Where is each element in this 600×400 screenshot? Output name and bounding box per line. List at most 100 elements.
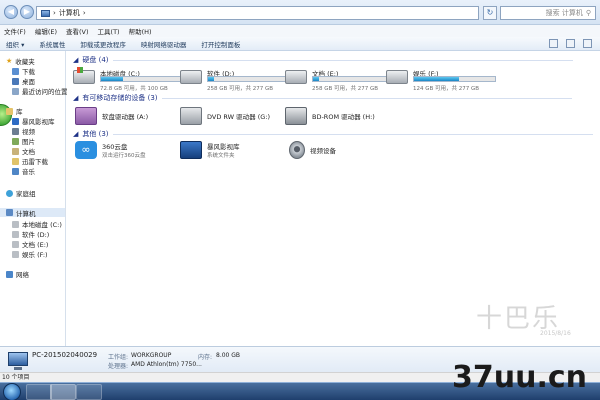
network-icon [6,270,13,278]
star-icon: ★ [6,56,13,65]
video-library-icon [12,127,19,135]
uninstall-program-button[interactable]: 卸载或更改程序 [80,39,126,49]
dvd-rw-drive[interactable]: DVD RW 驱动器 (G:) [180,107,270,125]
group-divider [161,97,572,99]
drive-f[interactable]: 娱乐 (F:) 124 GB 可用，共 277 GB [386,68,496,94]
drive-usage-fill [101,77,123,81]
cpu-label: 处理器: [108,363,129,370]
group-divider [112,59,573,61]
nav-item-recent-places[interactable]: 最近访问的位置 [12,86,68,96]
bd-drive-icon [285,107,307,125]
nav-item-drive-d[interactable]: 软件 (D:) [12,229,49,239]
drive-icon [12,230,19,238]
download-folder-icon [12,67,19,75]
item-video-device[interactable]: 视频设备 [289,141,336,159]
nav-item-label: 文档 (E:) [22,241,49,249]
group-header-hdd[interactable]: ◢ 硬盘 (4) [73,55,573,65]
bd-rom-drive[interactable]: BD-ROM 驱动器 (H:) [285,107,375,125]
item-name: 视频设备 [310,147,336,155]
floppy-drive[interactable]: 软盘驱动器 (A:) [75,107,148,125]
drive-free-space: 124 GB 可用，共 277 GB [413,86,480,92]
taskbar-ie-icon[interactable] [26,384,52,400]
organize-button[interactable]: 组织 ▾ [6,39,24,49]
nav-item-music[interactable]: 音乐 [12,166,35,176]
nav-network-label: 网络 [16,271,29,279]
cloud-icon: ∞ [75,141,97,159]
drive-free-space: 72.8 GB 可用，共 100 GB [100,86,168,92]
picture-library-icon [12,137,19,145]
menu-help[interactable]: 帮助(H) [129,26,152,36]
refresh-button[interactable]: ↻ [483,6,497,20]
drive-d[interactable]: 软件 (D:) 258 GB 可用，共 277 GB [180,68,290,94]
menu-view[interactable]: 查看(V) [66,26,89,36]
taskbar-media-icon[interactable] [76,384,102,400]
group-header-other[interactable]: ◢ 其他 (3) [73,129,593,139]
nav-item-thunder-downloads[interactable]: 迅雷下载 [12,156,48,166]
drive-icon [12,220,19,228]
drive-usage-fill [313,77,319,81]
nav-item-storm-library[interactable]: 暴风影视库 [12,116,55,126]
back-button[interactable]: ◀ [4,5,18,19]
nav-favorites[interactable]: ★ 收藏夹 [6,56,35,66]
drive-usage-fill [208,77,214,81]
storm-library-icon [180,141,202,159]
preview-pane-icon[interactable] [566,39,575,48]
search-icon: ⚲ [585,9,591,17]
taskbar-explorer-icon[interactable] [50,384,76,400]
nav-item-drive-c[interactable]: 本地磁盘 (C:) [12,219,62,229]
view-options-icon[interactable] [549,39,558,48]
address-path: 计算机 [58,9,80,17]
menu-file[interactable]: 文件(F) [4,26,26,36]
document-library-icon [12,147,19,155]
nav-item-label: 娱乐 (F:) [22,251,48,259]
drive-usage-bar [100,76,183,82]
floppy-drive-icon [75,107,97,125]
drive-free-space: 258 GB 可用，共 277 GB [207,86,274,92]
nav-homegroup[interactable]: 家庭组 [6,188,36,198]
item-storm-library[interactable]: 暴风影视库 系统文件夹 [180,141,240,159]
address-bar[interactable]: › 计算机 › [36,6,479,20]
nav-network[interactable]: 网络 [6,269,29,279]
collapse-arrow-icon: ◢ [73,94,79,102]
nav-item-label: 视频 [22,128,35,136]
drive-icon [386,70,408,84]
nav-item-label: 下载 [22,68,35,76]
menu-tools[interactable]: 工具(T) [98,26,120,36]
drive-e[interactable]: 文档 (E:) 258 GB 可用，共 277 GB [285,68,395,94]
drive-c[interactable]: 本地磁盘 (C:) 72.8 GB 可用，共 100 GB [73,67,183,94]
command-bar: 组织 ▾ 系统属性 卸载或更改程序 映射网络驱动器 打开控制面板 [0,37,600,51]
music-library-icon [12,167,19,175]
forward-button[interactable]: ▶ [20,5,34,19]
help-icon[interactable] [583,39,592,48]
computer-icon [8,352,28,370]
storm-library-icon [12,117,19,125]
memory-label: 内存: [198,354,213,361]
nav-item-drive-f[interactable]: 娱乐 (F:) [12,249,48,259]
start-button[interactable] [3,383,21,400]
search-input[interactable]: 搜索 计算机 ⚲ [500,6,596,20]
nav-item-drive-e[interactable]: 文档 (E:) [12,239,48,249]
drive-usage-bar [207,76,290,82]
group-header-label: 其他 (3) [82,130,109,138]
nav-libraries[interactable]: 库 [6,106,23,116]
nav-item-label: 本地磁盘 (C:) [22,221,62,229]
workgroup-value: WORKGROUP [131,352,172,359]
workgroup-label: 工作组: [108,354,129,361]
nav-item-label: 文档 [22,148,35,156]
item-360-cloud[interactable]: ∞ 360云盘 双击运行360云盘 [75,141,146,159]
nav-item-pictures[interactable]: 图片 [12,136,35,146]
system-properties-button[interactable]: 系统属性 [39,39,65,49]
group-header-removable[interactable]: ◢ 有可移动存储的设备 (3) [73,93,572,103]
menu-edit[interactable]: 编辑(E) [35,26,57,36]
nav-item-documents[interactable]: 文档 [12,146,35,156]
nav-item-videos[interactable]: 视频 [12,126,35,136]
open-control-panel-button[interactable]: 打开控制面板 [201,39,240,49]
map-network-drive-button[interactable]: 映射网络驱动器 [141,39,187,49]
nav-item-label: 软件 (D:) [22,231,50,239]
nav-item-desktop[interactable]: 桌面 [12,76,35,86]
nav-item-label: 图片 [22,138,35,146]
nav-item-downloads[interactable]: 下载 [12,66,35,76]
nav-item-label: 暴风影视库 [22,118,55,126]
nav-computer[interactable]: 计算机 [0,208,65,218]
address-separator-2: › [82,9,86,17]
